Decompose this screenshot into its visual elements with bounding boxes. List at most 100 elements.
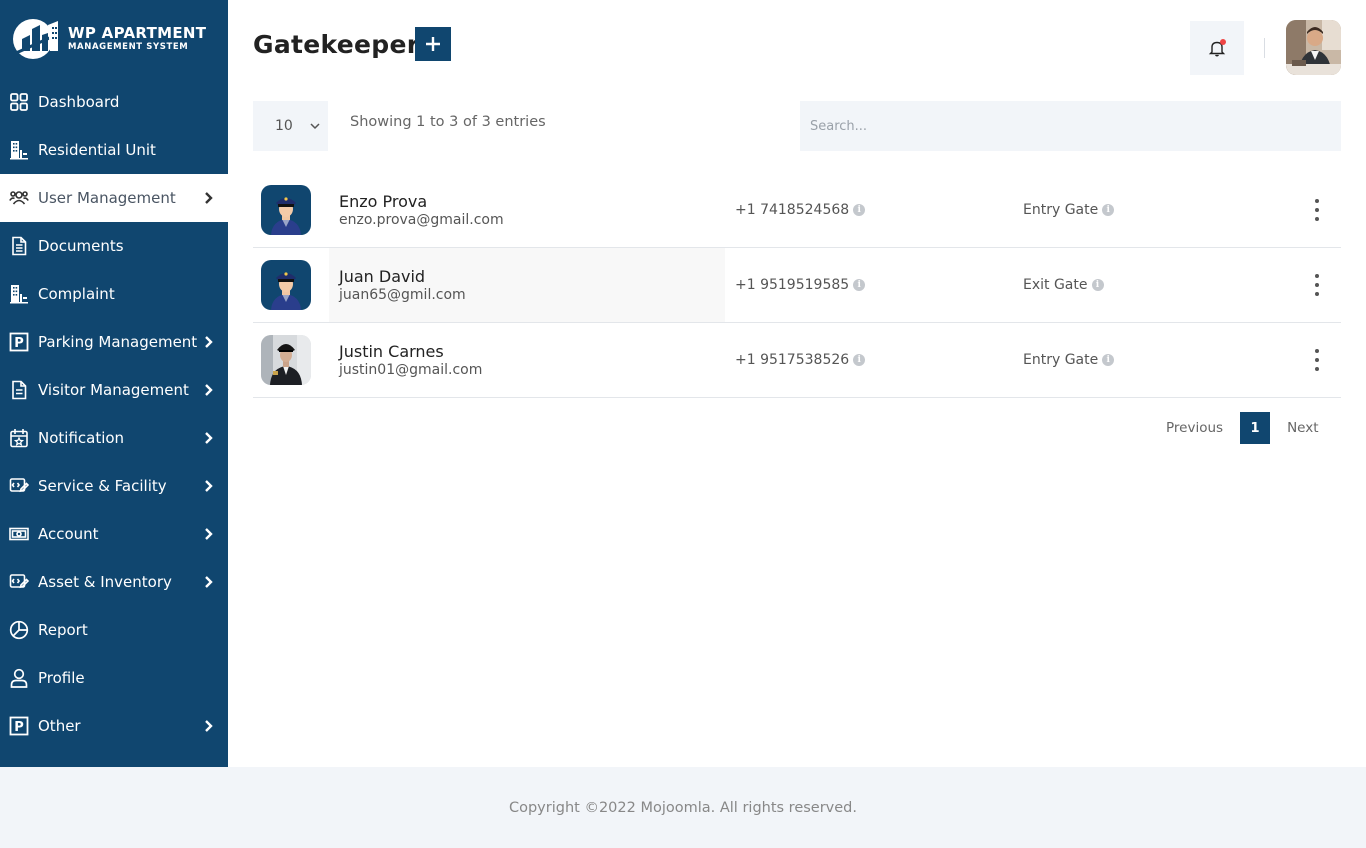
- chevron-right-icon: [205, 480, 213, 492]
- more-dot: [1315, 199, 1319, 203]
- sidebar-item-label: Service & Facility: [38, 477, 167, 495]
- info-icon[interactable]: i: [853, 279, 866, 291]
- brand-title: WP APARTMENT: [68, 24, 207, 42]
- page-title: Gatekeeper: [253, 30, 420, 59]
- document-icon: [9, 236, 29, 256]
- gatekeeper-name: Justin Carnes: [339, 341, 444, 361]
- pagination-previous[interactable]: Previous: [1166, 420, 1223, 436]
- chevron-right-icon: [205, 528, 213, 540]
- more-dot: [1315, 208, 1319, 212]
- info-icon[interactable]: i: [1102, 354, 1115, 366]
- gate-value: Entry Gate: [1023, 352, 1099, 368]
- guard-avatar: [261, 185, 311, 235]
- sidebar-item-label: Residential Unit: [38, 141, 156, 159]
- sidebar-item-report[interactable]: Report: [0, 606, 228, 654]
- gatekeeper-email: justin01@gmail.com: [339, 361, 483, 378]
- chevron-right-icon: [205, 720, 213, 732]
- guard-photo-avatar: [261, 335, 311, 385]
- pagination: Previous 1 Next: [1166, 412, 1319, 444]
- sidebar-item-label: Dashboard: [38, 93, 120, 111]
- sidebar-item-asset-inventory[interactable]: Asset & Inventory: [0, 558, 228, 606]
- building-icon: [9, 140, 29, 160]
- sidebar-item-label: Account: [38, 525, 99, 543]
- chevron-down-icon: [310, 123, 320, 130]
- more-dot: [1315, 283, 1319, 287]
- dashboard-grid-icon: [9, 92, 29, 112]
- user-avatar[interactable]: [1286, 20, 1341, 75]
- sidebar-item-label: Documents: [38, 237, 124, 255]
- row-actions-menu[interactable]: [1307, 197, 1327, 223]
- gatekeeper-phone: +1 7418524568 i: [735, 202, 866, 218]
- phone-value: +1 9517538526: [735, 352, 850, 368]
- sidebar-item-account[interactable]: Account: [0, 510, 228, 558]
- service-icon: [9, 476, 29, 496]
- pagination-next[interactable]: Next: [1287, 420, 1318, 436]
- sidebar-item-complaint[interactable]: Complaint: [0, 270, 228, 318]
- chevron-right-icon: [205, 576, 213, 588]
- more-dot: [1315, 349, 1319, 353]
- gatekeeper-gate: Entry Gate i: [1023, 202, 1115, 218]
- sidebar-item-documents[interactable]: Documents: [0, 222, 228, 270]
- footer: Copyright ©2022 Mojoomla. All rights res…: [0, 767, 1366, 848]
- info-icon[interactable]: i: [853, 354, 866, 366]
- sidebar-item-label: Complaint: [38, 285, 115, 303]
- notification-button[interactable]: [1190, 21, 1244, 75]
- chevron-right-icon: [205, 384, 213, 396]
- pagination-page-1[interactable]: 1: [1240, 412, 1271, 444]
- more-dot: [1315, 292, 1319, 296]
- page-length-select[interactable]: 10: [253, 101, 328, 151]
- sidebar-item-other[interactable]: P Other: [0, 702, 228, 750]
- sidebar-item-service-facility[interactable]: Service & Facility: [0, 462, 228, 510]
- sidebar-item-dashboard[interactable]: Dashboard: [0, 78, 228, 126]
- gatekeeper-email: juan65@gmil.com: [339, 286, 466, 303]
- notification-dot: [1220, 39, 1226, 45]
- search-input[interactable]: [800, 101, 1341, 151]
- info-icon[interactable]: i: [1102, 204, 1115, 216]
- gatekeeper-email: enzo.prova@gmail.com: [339, 211, 504, 228]
- sidebar-item-parking-management[interactable]: P Parking Management: [0, 318, 228, 366]
- more-dot: [1315, 274, 1319, 278]
- chevron-right-icon: [205, 336, 213, 348]
- info-icon[interactable]: i: [1091, 279, 1104, 291]
- gatekeeper-table: Enzo Prova enzo.prova@gmail.com +1 74185…: [253, 173, 1341, 398]
- gatekeeper-name: Enzo Prova: [339, 191, 428, 211]
- table-info: Showing 1 to 3 of 3 entries: [350, 114, 546, 130]
- phone-value: +1 9519519585: [735, 277, 850, 293]
- brand-subtitle: MANAGEMENT SYSTEM: [68, 42, 189, 52]
- sidebar-item-label: Report: [38, 621, 88, 639]
- chevron-right-icon: [205, 432, 213, 444]
- gatekeeper-phone: +1 9517538526 i: [735, 352, 866, 368]
- table-row[interactable]: Enzo Prova enzo.prova@gmail.com +1 74185…: [253, 173, 1341, 248]
- sidebar-item-visitor-management[interactable]: Visitor Management: [0, 366, 228, 414]
- gatekeeper-name-cell: Justin Carnes justin01@gmail.com: [329, 323, 725, 397]
- sidebar-item-profile[interactable]: Profile: [0, 654, 228, 702]
- guard-avatar: [261, 260, 311, 310]
- chevron-right-icon: [205, 192, 213, 204]
- row-actions-menu[interactable]: [1307, 347, 1327, 373]
- add-gatekeeper-button[interactable]: [415, 27, 451, 61]
- calendar-star-icon: [9, 428, 29, 448]
- info-icon[interactable]: i: [853, 204, 866, 216]
- gatekeeper-name-cell: Enzo Prova enzo.prova@gmail.com: [329, 173, 725, 247]
- phone-value: +1 7418524568: [735, 202, 850, 218]
- svg-text:P: P: [14, 720, 24, 735]
- sidebar-item-label: Other: [38, 717, 81, 735]
- parking-icon: P: [9, 716, 29, 736]
- parking-icon: P: [9, 332, 29, 352]
- sidebar-item-label: Profile: [38, 669, 85, 687]
- sidebar-item-residential-unit[interactable]: Residential Unit: [0, 126, 228, 174]
- gatekeeper-name: Juan David: [339, 266, 426, 286]
- header-divider: [1264, 38, 1265, 58]
- row-actions-menu[interactable]: [1307, 272, 1327, 298]
- table-row[interactable]: Juan David juan65@gmil.com +1 9519519585…: [253, 248, 1341, 323]
- sidebar: WP APARTMENT MANAGEMENT SYSTEM Dashboard…: [0, 0, 228, 767]
- table-row[interactable]: Justin Carnes justin01@gmail.com +1 9517…: [253, 323, 1341, 398]
- page-length-value: 10: [275, 118, 293, 134]
- sidebar-item-label: Parking Management: [38, 333, 198, 351]
- sidebar-item-notification[interactable]: Notification: [0, 414, 228, 462]
- sidebar-item-label: Notification: [38, 429, 125, 447]
- sidebar-item-user-management[interactable]: User Management: [0, 174, 228, 222]
- gatekeeper-phone: +1 9519519585 i: [735, 277, 866, 293]
- brand-logo[interactable]: WP APARTMENT MANAGEMENT SYSTEM: [0, 0, 228, 78]
- building-logo-icon: [12, 17, 62, 61]
